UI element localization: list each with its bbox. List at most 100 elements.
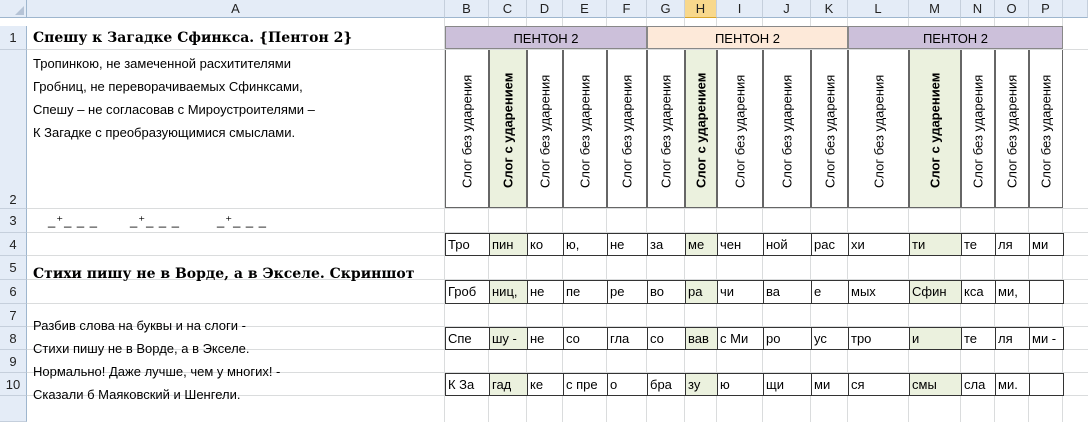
cell-n2-header[interactable]: Слог без ударения: [961, 50, 995, 208]
cell-m4[interactable]: ти: [909, 233, 962, 256]
spreadsheet[interactable]: ABCDEFGHIJKLMNOP 1 2 3 4 5 6 7 8 9 10 Спешу к Заг…: [0, 0, 1088, 422]
select-all-corner[interactable]: [0, 0, 27, 18]
cell-j6[interactable]: ва: [763, 280, 812, 304]
cell-a8[interactable]: Стихи пишу не в Ворде, а в Экселе.: [33, 341, 250, 356]
cell-c2-header[interactable]: Слог с ударением: [489, 50, 527, 208]
column-header-j[interactable]: J: [763, 0, 811, 18]
cell-i4[interactable]: чен: [717, 233, 764, 256]
cell-n10[interactable]: сла: [961, 373, 996, 396]
cell-d8[interactable]: не: [527, 327, 564, 350]
cell-m6[interactable]: Сфин: [909, 280, 962, 304]
cell-a2-line-1[interactable]: Тропинкою, не замеченной расхитителями: [33, 52, 291, 75]
cell-m10[interactable]: смы: [909, 373, 962, 396]
cell-h2-header[interactable]: Слог с ударением: [685, 50, 717, 208]
cell-k10[interactable]: ми: [811, 373, 849, 396]
cell-f4[interactable]: не: [607, 233, 648, 256]
cell-l4[interactable]: хи: [848, 233, 910, 256]
cell-l10[interactable]: ся: [848, 373, 910, 396]
cell-b2-header[interactable]: Слог без ударения: [445, 50, 489, 208]
cell-f8[interactable]: гла: [607, 327, 648, 350]
row-header-next[interactable]: [0, 396, 27, 422]
column-header-n[interactable]: N: [961, 0, 995, 18]
column-header-k[interactable]: K: [811, 0, 848, 18]
cell-o2-header[interactable]: Слог без ударения: [995, 50, 1029, 208]
cell-c6[interactable]: ниц,: [489, 280, 528, 304]
cell-a2-line-4[interactable]: К Загадке с преобразующимися смыслами.: [33, 121, 295, 144]
row-header-10[interactable]: 10: [0, 373, 27, 396]
row-header-8[interactable]: 8: [0, 327, 27, 350]
cell-l2-header[interactable]: Слог без ударения: [848, 50, 909, 208]
cell-j10[interactable]: щи: [763, 373, 812, 396]
cell-g8[interactable]: со: [647, 327, 686, 350]
cell-k8[interactable]: ус: [811, 327, 849, 350]
cell-o10[interactable]: ми.: [995, 373, 1030, 396]
cell-g10[interactable]: бра: [647, 373, 686, 396]
banner-penton-2[interactable]: ПЕНТОН 2: [647, 26, 848, 49]
column-header-d[interactable]: D: [527, 0, 563, 18]
column-header-b[interactable]: B: [445, 0, 489, 18]
cell-k4[interactable]: рас: [811, 233, 849, 256]
cell-b10[interactable]: К За: [445, 373, 490, 396]
cell-a2-line-2[interactable]: Гробниц, не переворачиваемых Сфинксами,: [33, 75, 303, 98]
cell-i10[interactable]: ю: [717, 373, 764, 396]
cell-b6[interactable]: Гроб: [445, 280, 490, 304]
column-header-h[interactable]: H: [685, 0, 717, 18]
cell-m8[interactable]: и: [909, 327, 962, 350]
row-header-4[interactable]: 4: [0, 233, 27, 256]
cell-g2-header[interactable]: Слог без ударения: [647, 50, 685, 208]
column-header-l[interactable]: L: [848, 0, 909, 18]
cell-h8[interactable]: вав: [685, 327, 718, 350]
cell-n6[interactable]: кса: [961, 280, 996, 304]
cell-d2-header[interactable]: Слог без ударения: [527, 50, 563, 208]
cell-a1-title[interactable]: Спешу к Загадке Сфинкса. {Пентон 2}: [33, 30, 352, 46]
cell-i6[interactable]: чи: [717, 280, 764, 304]
cell-m2-header[interactable]: Слог с ударением: [909, 50, 961, 208]
column-header-c[interactable]: C: [489, 0, 527, 18]
cell-f2-header[interactable]: Слог без ударения: [607, 50, 647, 208]
cell-c4[interactable]: пин: [489, 233, 528, 256]
cell-p4[interactable]: ми: [1029, 233, 1064, 256]
cell-b8[interactable]: Спе: [445, 327, 490, 350]
cell-a9[interactable]: Нормально! Даже лучше, чем у многих! -: [33, 364, 280, 379]
cell-e4[interactable]: ю,: [563, 233, 608, 256]
cell-p8[interactable]: ми -: [1029, 327, 1064, 350]
cell-a10[interactable]: Сказали б Маяковский и Шенгели.: [33, 387, 240, 402]
banner-penton-1[interactable]: ПЕНТОН 2: [445, 26, 647, 49]
cell-a2-line-3[interactable]: Спешу – не согласовав с Мироустроителями…: [33, 98, 315, 121]
column-header-f[interactable]: F: [607, 0, 647, 18]
cell-f6[interactable]: ре: [607, 280, 648, 304]
cell-n8[interactable]: те: [961, 327, 996, 350]
column-header-p[interactable]: P: [1029, 0, 1063, 18]
cell-b4[interactable]: Тро: [445, 233, 490, 256]
cell-h6[interactable]: ра: [685, 280, 718, 304]
cell-h10[interactable]: зу: [685, 373, 718, 396]
cell-j8[interactable]: ро: [763, 327, 812, 350]
column-header-m[interactable]: M: [909, 0, 961, 18]
cell-e2-header[interactable]: Слог без ударения: [563, 50, 607, 208]
cell-o4[interactable]: ля: [995, 233, 1030, 256]
column-header-next[interactable]: [1063, 0, 1088, 18]
cell-e6[interactable]: пе: [563, 280, 608, 304]
cell-g4[interactable]: за: [647, 233, 686, 256]
row-header-2[interactable]: 2: [0, 50, 27, 209]
cell-e10[interactable]: с пре: [563, 373, 608, 396]
cell-j4[interactable]: ной: [763, 233, 812, 256]
column-header-e[interactable]: E: [563, 0, 607, 18]
cell-o8[interactable]: ля: [995, 327, 1030, 350]
row-header-3[interactable]: 3: [0, 209, 27, 233]
cell-n4[interactable]: те: [961, 233, 996, 256]
row-header-6[interactable]: 6: [0, 280, 27, 304]
cell-c10[interactable]: гад: [489, 373, 528, 396]
cell-i8[interactable]: с Ми: [717, 327, 764, 350]
cell-d10[interactable]: ке: [527, 373, 564, 396]
cell-p6[interactable]: [1029, 280, 1064, 304]
cell-l6[interactable]: мых: [848, 280, 910, 304]
row-header-5[interactable]: 5: [0, 256, 27, 280]
cell-i2-header[interactable]: Слог без ударения: [717, 50, 763, 208]
row-header-7[interactable]: 7: [0, 304, 27, 327]
cell-g6[interactable]: во: [647, 280, 686, 304]
column-header-a[interactable]: A: [27, 0, 445, 18]
cell-p2-header[interactable]: Слог без ударения: [1029, 50, 1063, 208]
cell-l8[interactable]: тро: [848, 327, 910, 350]
column-header-i[interactable]: I: [717, 0, 763, 18]
